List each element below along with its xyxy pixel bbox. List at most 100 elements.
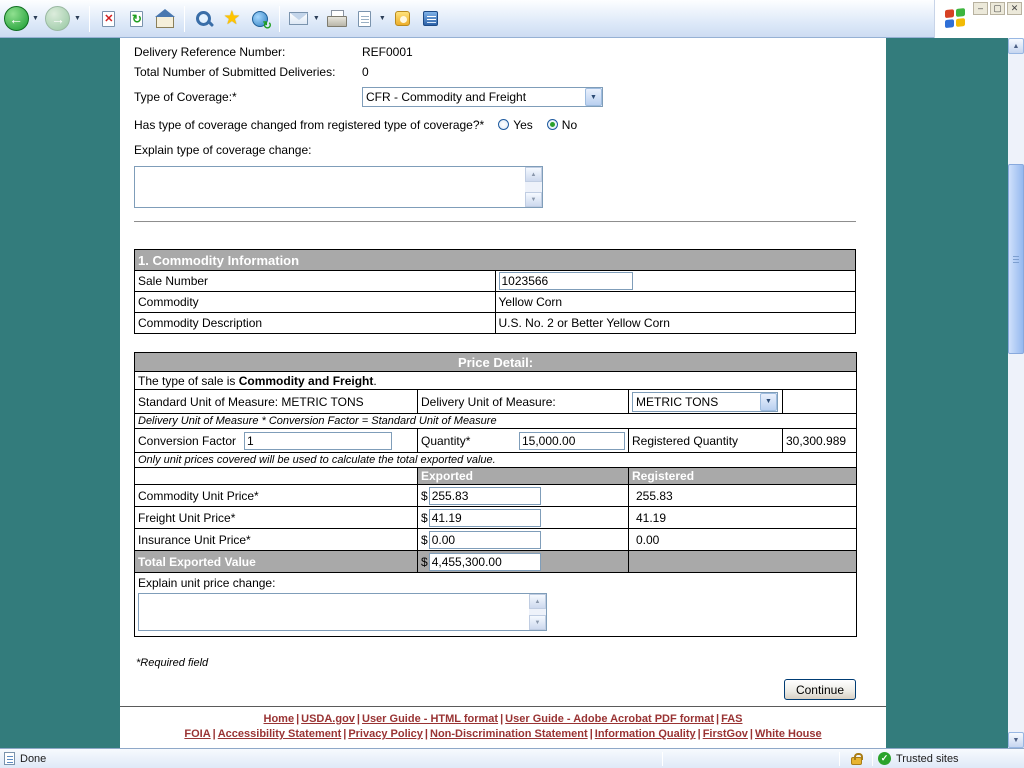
commodity-label: Commodity <box>135 292 496 313</box>
edit-icon <box>358 11 371 27</box>
scroll-up-button[interactable]: ▲ <box>1008 38 1024 54</box>
footer-link[interactable]: USDA.gov <box>301 713 355 725</box>
scroll-down-icon[interactable]: ▼ <box>529 615 546 630</box>
minimize-button[interactable]: – <box>973 2 988 15</box>
total-exported-value-input[interactable] <box>429 553 541 571</box>
footer-link[interactable]: FAS <box>721 713 742 725</box>
back-icon: ← <box>4 6 29 31</box>
delivery-reference-value: REF0001 <box>362 45 413 59</box>
commodity-information-table: 1. Commodity Information Sale Number Com… <box>134 249 856 334</box>
table-row: Freight Unit Price* $ 41.19 <box>135 507 857 529</box>
mail-dropdown-icon[interactable]: ▼ <box>313 15 320 22</box>
mail-icon <box>289 12 308 25</box>
coverage-type-label: Type of Coverage:* <box>134 90 362 104</box>
page-background: Delivery Reference Number: REF0001 Total… <box>0 38 1008 748</box>
footer-link[interactable]: White House <box>755 728 822 740</box>
scrollbar-thumb[interactable] <box>1008 164 1024 354</box>
search-button[interactable] <box>190 3 218 35</box>
maximize-button[interactable]: ▢ <box>990 2 1005 15</box>
footer-separator: | <box>343 728 346 740</box>
status-text: Done <box>20 753 46 765</box>
price-detail-title: Price Detail: <box>135 353 857 372</box>
scroll-down-icon[interactable]: ▼ <box>525 192 542 207</box>
browser-viewport: Delivery Reference Number: REF0001 Total… <box>0 38 1024 748</box>
back-button[interactable]: ← <box>0 3 32 35</box>
conversion-factor-input[interactable] <box>244 432 392 450</box>
forward-button[interactable]: → <box>42 3 74 35</box>
history-button[interactable] <box>246 3 274 35</box>
refresh-button[interactable]: ↻ <box>123 3 151 35</box>
refresh-icon: ↻ <box>130 11 143 27</box>
unit-price-change-textarea[interactable]: ▲ ▼ <box>138 593 547 631</box>
total-deliveries-row: Total Number of Submitted Deliveries: 0 <box>134 63 886 80</box>
footer-link[interactable]: User Guide - Adobe Acrobat PDF format <box>505 713 714 725</box>
footer-link[interactable]: User Guide - HTML format <box>362 713 498 725</box>
toolbar-separator <box>184 6 185 32</box>
coverage-changed-row: Has type of coverage changed from regist… <box>134 116 886 133</box>
stop-button[interactable]: ✕ <box>95 3 123 35</box>
coverage-change-textarea[interactable]: ▲ ▼ <box>134 166 543 208</box>
footer-link[interactable]: Non-Discrimination Statement <box>430 728 588 740</box>
continue-button-row: Continue <box>120 679 856 700</box>
continue-button[interactable]: Continue <box>784 679 856 700</box>
statusbar-separator <box>662 752 663 766</box>
table-row: Commodity Unit Price* $ 255.83 <box>135 485 857 507</box>
type-of-sale-row: The type of sale is Commodity and Freigh… <box>135 372 857 390</box>
footer-link[interactable]: FOIA <box>184 728 210 740</box>
browser-window: ← ▼ → ▼ ✕ ↻ ▼ <box>0 0 1024 768</box>
footer-separator: | <box>698 728 701 740</box>
vertical-scrollbar[interactable]: ▲ ▼ <box>1008 38 1024 748</box>
delivery-reference-row: Delivery Reference Number: REF0001 <box>134 43 886 60</box>
close-button[interactable]: ✕ <box>1007 2 1022 15</box>
home-button[interactable] <box>151 3 179 35</box>
table-row: Commodity Yellow Corn <box>135 292 856 313</box>
freight-unit-price-input[interactable] <box>429 509 541 527</box>
chevron-down-icon: ▼ <box>585 88 602 106</box>
coverage-type-select[interactable]: CFR - Commodity and Freight ▼ <box>362 87 603 107</box>
scrollbar-track[interactable] <box>1008 54 1024 732</box>
chevron-down-icon: ▼ <box>760 393 777 411</box>
messenger-icon <box>395 11 410 26</box>
registered-column-header: Registered <box>629 468 857 485</box>
footer-rule <box>120 706 886 707</box>
back-dropdown-icon[interactable]: ▼ <box>32 15 39 22</box>
footer-separator: | <box>750 728 753 740</box>
edit-button[interactable] <box>351 3 379 35</box>
messenger-button[interactable] <box>389 3 417 35</box>
trusted-sites-icon: ✓ <box>878 752 891 765</box>
footer-links-secondary: FOIA|Accessibility Statement|Privacy Pol… <box>120 728 886 740</box>
print-button[interactable] <box>323 3 351 35</box>
coverage-type-select-value: CFR - Commodity and Freight <box>366 90 526 104</box>
scroll-up-icon[interactable]: ▲ <box>529 594 546 609</box>
footer-link[interactable]: Accessibility Statement <box>218 728 342 740</box>
freight-unit-price-registered: 41.19 <box>629 507 857 529</box>
scroll-down-button[interactable]: ▼ <box>1008 732 1024 748</box>
total-exported-value-row: Total Exported Value $ <box>135 551 857 573</box>
scroll-up-icon[interactable]: ▲ <box>525 167 542 182</box>
favorites-button[interactable] <box>218 3 246 35</box>
type-of-sale-prefix: The type of sale is <box>138 374 239 388</box>
sale-number-input[interactable] <box>499 272 633 290</box>
footer-separator: | <box>296 713 299 725</box>
coverage-changed-yes-radio[interactable]: Yes <box>498 118 533 132</box>
footer-link[interactable]: Information Quality <box>595 728 696 740</box>
commodity-unit-price-input[interactable] <box>429 487 541 505</box>
commodity-description-value: U.S. No. 2 or Better Yellow Corn <box>495 313 856 334</box>
forward-dropdown-icon[interactable]: ▼ <box>74 15 81 22</box>
status-lock-pane <box>843 753 869 765</box>
required-field-note: *Required field <box>136 657 886 669</box>
type-of-sale-value: Commodity and Freight <box>239 374 374 388</box>
mail-button[interactable] <box>285 3 313 35</box>
footer-link[interactable]: FirstGov <box>703 728 748 740</box>
coverage-changed-no-radio[interactable]: No <box>547 118 577 132</box>
footer-link[interactable]: Home <box>264 713 295 725</box>
delivery-uom-select[interactable]: METRIC TONS ▼ <box>632 392 778 412</box>
footer-link[interactable]: Privacy Policy <box>348 728 423 740</box>
research-button[interactable] <box>417 3 445 35</box>
quantity-input[interactable] <box>519 432 625 450</box>
insurance-unit-price-input[interactable] <box>429 531 541 549</box>
edit-dropdown-icon[interactable]: ▼ <box>379 15 386 22</box>
footer-separator: | <box>590 728 593 740</box>
windows-logo-icon <box>945 7 966 28</box>
conversion-formula-note: Delivery Unit of Measure * Conversion Fa… <box>135 414 857 429</box>
